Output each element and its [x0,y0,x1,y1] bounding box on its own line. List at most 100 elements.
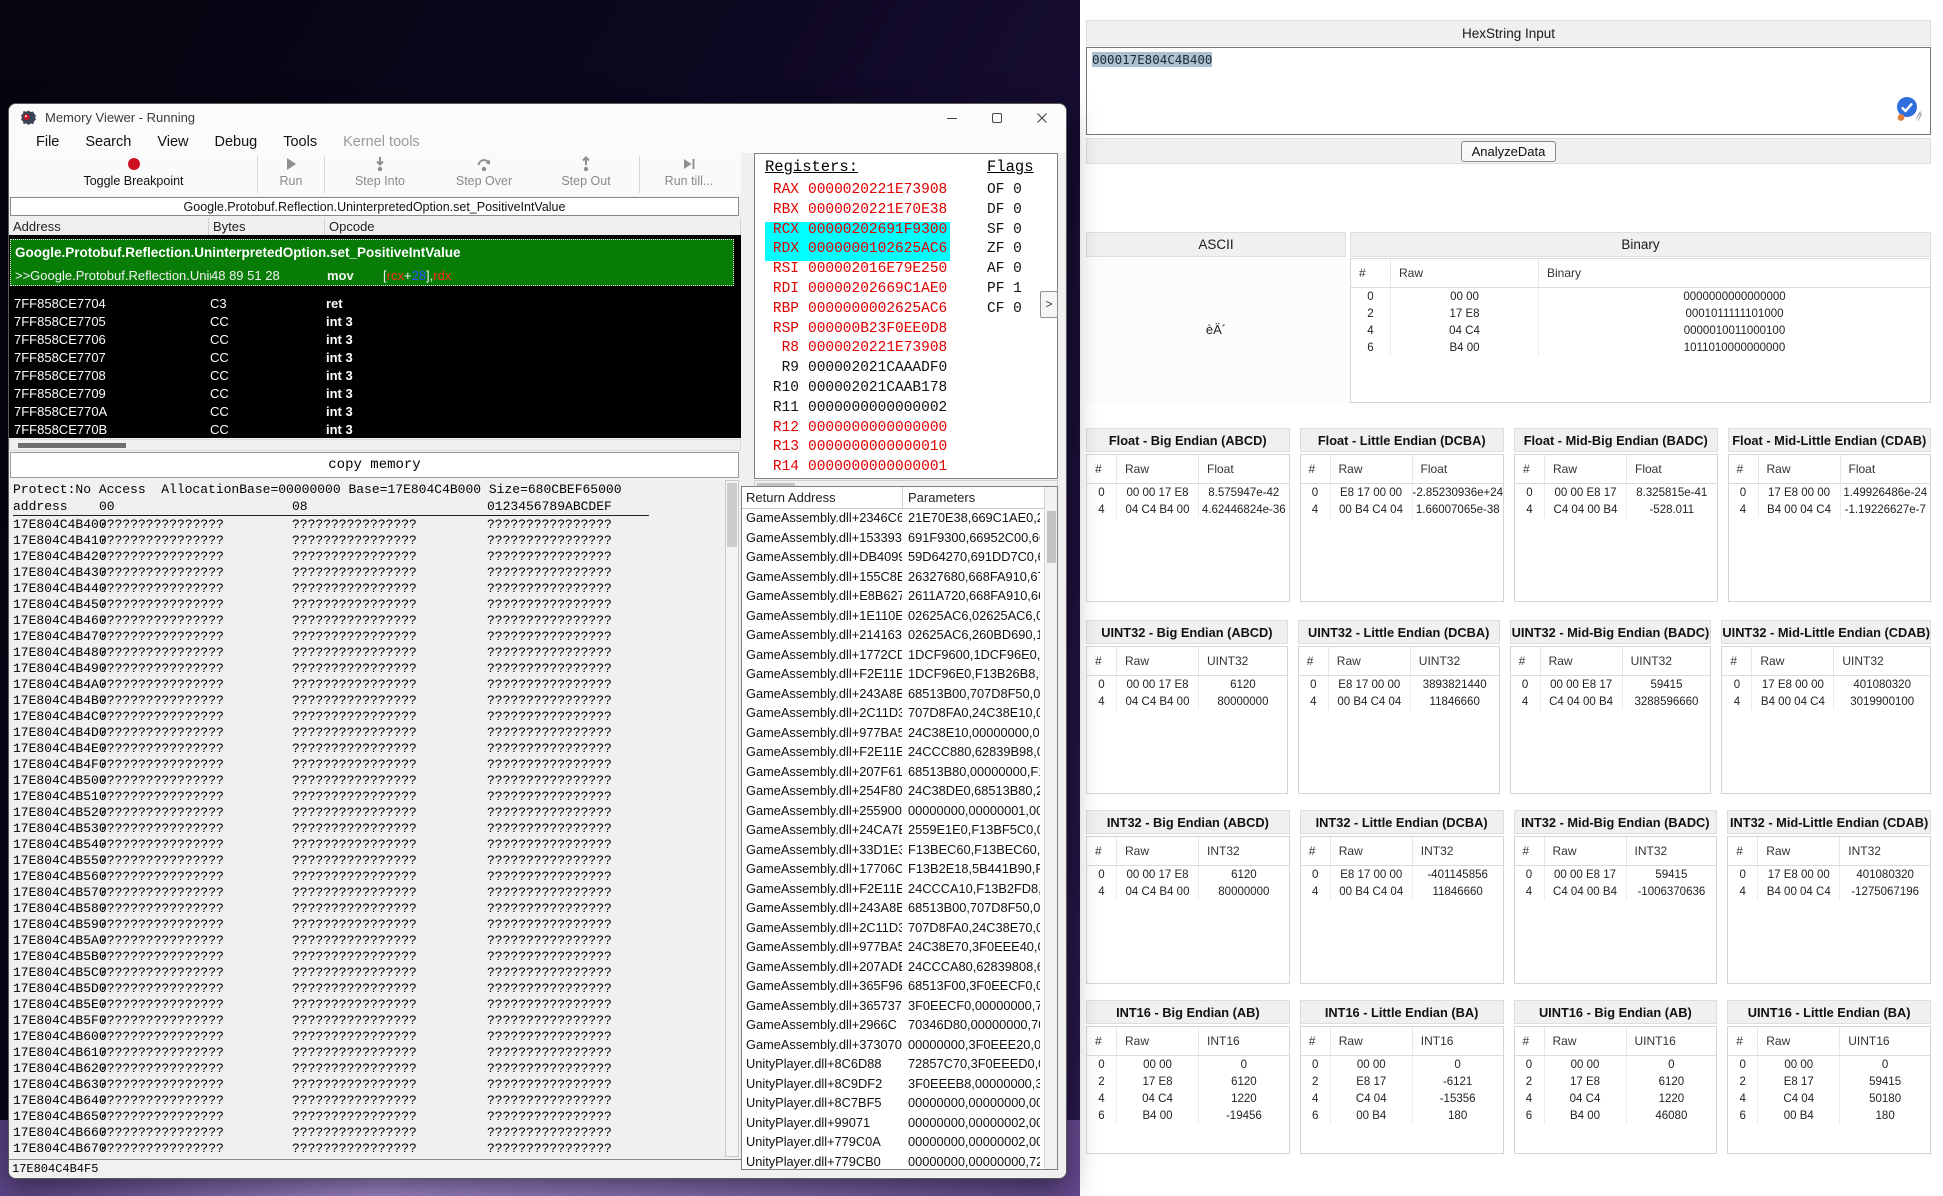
callstack-row[interactable]: GameAssembly.dll+977BA5 24C38E70,3F0EEE40… [742,939,1042,959]
register-rsp[interactable]: RSP 000000B23F0EE0D8 [765,321,950,341]
memory-row[interactable]: 17E804C4B490????????????????????????????… [9,661,725,677]
memory-row[interactable]: 17E804C4B610????????????????????????????… [9,1045,725,1061]
callstack-row[interactable]: GameAssembly.dll+1E110EB 02625AC6,02625AC… [742,608,1042,628]
memory-row[interactable]: 17E804C4B450????????????????????????????… [9,597,725,613]
disassembly-horizontal-scrollbar[interactable] [9,439,741,451]
memory-row[interactable]: 17E804C4B440????????????????????????????… [9,581,725,597]
memory-row[interactable]: 17E804C4B640????????????????????????????… [9,1093,725,1109]
memory-row[interactable]: 17E804C4B500????????????????????????????… [9,773,725,789]
callstack-row[interactable]: GameAssembly.dll+2141637 02625AC6,260BD69… [742,627,1042,647]
menu-item-file[interactable]: File [23,133,72,151]
step-out-button[interactable]: Step Out [538,153,634,196]
toggle-breakpoint-button[interactable]: Toggle Breakpoint [15,153,252,196]
copy-memory-button[interactable]: copy memory [10,452,739,478]
menu-item-view[interactable]: View [144,133,201,151]
callstack-row[interactable]: GameAssembly.dll+207ADB9 24CCCA80,6283980… [742,959,1042,979]
callstack-row[interactable]: GameAssembly.dll+2559002 00000000,0000000… [742,803,1042,823]
flag-df[interactable]: DF 0 [987,202,1022,222]
callstack-row[interactable]: GameAssembly.dll+155C8B1 26327680,668FA91… [742,569,1042,589]
callstack-row[interactable]: GameAssembly.dll+17706C6 F13B2E18,5B441B9… [742,861,1042,881]
column-address[interactable]: Address [9,218,209,235]
disasm-row[interactable]: 7FF858CE770B CC int 3 [10,420,732,438]
register-r11[interactable]: R11 0000000000000002 [765,400,950,420]
memory-row[interactable]: 17E804C4B420????????????????????????????… [9,549,725,565]
memory-row[interactable]: 17E804C4B590????????????????????????????… [9,917,725,933]
callstack-row[interactable]: UnityPlayer.dll+779CB0 00000000,00000000,… [742,1154,1042,1170]
disasm-row[interactable]: 7FF858CE7704 C3 ret [10,294,732,312]
register-r12[interactable]: R12 0000000000000000 [765,420,950,440]
register-rbp[interactable]: RBP 0000000002625AC6 [765,301,950,321]
callstack-row[interactable]: GameAssembly.dll+DB4099 59D64270,691DD7C0… [742,549,1042,569]
flag-sf[interactable]: SF 0 [987,222,1022,242]
memory-row[interactable]: 17E804C4B4C0????????????????????????????… [9,709,725,725]
register-rax[interactable]: RAX 0000020221E73908 [765,182,950,202]
callstack-row[interactable]: UnityPlayer.dll+8C9DF2 3F0EEEB8,00000000,… [742,1076,1042,1096]
callstack-row[interactable]: UnityPlayer.dll+779C0A 00000000,00000002,… [742,1134,1042,1154]
register-rcx[interactable]: RCX 00000202691F9300 [765,221,951,242]
register-r10[interactable]: R10 000002021CAAB178 [765,380,950,400]
callstack-row[interactable]: GameAssembly.dll+3657370 3F0EECF0,0000000… [742,998,1042,1018]
analyze-data-button[interactable]: AnalyzeData [1460,140,1557,162]
memory-row[interactable]: 17E804C4B470????????????????????????????… [9,629,725,645]
column-bytes[interactable]: Bytes [209,218,325,235]
flag-cf[interactable]: CF 0 [987,301,1022,321]
flag-of[interactable]: OF 0 [987,182,1022,202]
minimize-button[interactable] [929,104,974,131]
callstack-row[interactable]: GameAssembly.dll+1533933 691F9300,66952C0… [742,530,1042,550]
selected-instruction-row[interactable]: >>Google.Protobuf.Reflection.Uninterpret… [11,265,733,285]
memory-row[interactable]: 17E804C4B460????????????????????????????… [9,613,725,629]
column-parameters[interactable]: Parameters [908,490,975,505]
memory-row[interactable]: 17E804C4B4B0????????????????????????????… [9,693,725,709]
memory-row[interactable]: 17E804C4B650????????????????????????????… [9,1109,725,1125]
memory-row[interactable]: 17E804C4B5B0????????????????????????????… [9,949,725,965]
disasm-row[interactable]: 7FF858CE7706 CC int 3 [10,330,732,348]
callstack-row[interactable]: GameAssembly.dll+2C11D30 707D8FA0,24C38E1… [742,705,1042,725]
callstack-row[interactable]: GameAssembly.dll+2346C6A 21E70E38,669C1AE… [742,510,1042,530]
memory-row[interactable]: 17E804C4B660????????????????????????????… [9,1125,725,1141]
register-r13[interactable]: R13 0000000000000010 [765,439,950,459]
selected-instruction-block[interactable]: Google.Protobuf.Reflection.Uninterpreted… [10,239,734,286]
callstack-row[interactable]: GameAssembly.dll+373070 00000000,3F0EEE20… [742,1037,1042,1057]
memory-row[interactable]: 17E804C4B550????????????????????????????… [9,853,725,869]
callstack-row[interactable]: GameAssembly.dll+E8B627 2611A720,668FA910… [742,588,1042,608]
disasm-row[interactable]: 7FF858CE7709 CC int 3 [10,384,732,402]
step-into-button[interactable]: Step Into [330,153,430,196]
scrollbar-thumb[interactable] [1047,511,1056,563]
memory-row[interactable]: 17E804C4B600????????????????????????????… [9,1029,725,1045]
selected-symbol-row[interactable]: Google.Protobuf.Reflection.Uninterpreted… [11,240,733,265]
memory-row[interactable]: 17E804C4B4F0????????????????????????????… [9,757,725,773]
editor-check-icon[interactable] [1894,95,1924,130]
menu-item-search[interactable]: Search [72,133,144,151]
memory-row[interactable]: 17E804C4B410????????????????????????????… [9,533,725,549]
callstack-row[interactable]: UnityPlayer.dll+8C6D88 72857C70,3F0EEED0,… [742,1056,1042,1076]
disassembly-view[interactable]: Google.Protobuf.Reflection.Uninterpreted… [9,235,741,438]
callstack-row[interactable]: GameAssembly.dll+207F614 68513B80,0000000… [742,764,1042,784]
menu-item-kernel-tools[interactable]: Kernel tools [330,133,433,151]
callstack-scrollbar[interactable] [1044,487,1057,1169]
callstack-row[interactable]: GameAssembly.dll+977BA5 24C38E10,00000000… [742,725,1042,745]
flag-af[interactable]: AF 0 [987,261,1022,281]
callstack-row[interactable]: GameAssembly.dll+F2E11E 1DCF96E0,F13B26B8… [742,666,1042,686]
callstack-row[interactable]: UnityPlayer.dll+8C7BF5 00000000,00000000,… [742,1095,1042,1115]
menu-item-tools[interactable]: Tools [270,133,330,151]
memory-row[interactable]: 17E804C4B5A0????????????????????????????… [9,933,725,949]
menu-item-debug[interactable]: Debug [202,133,271,151]
callstack-row[interactable]: GameAssembly.dll+2C11D30 707D8FA0,24C38E7… [742,920,1042,940]
callstack-row[interactable]: GameAssembly.dll+2966C 70346D80,00000000,… [742,1017,1042,1037]
memory-row[interactable]: 17E804C4B580????????????????????????????… [9,901,725,917]
column-opcode[interactable]: Opcode [325,218,741,235]
memory-vertical-scrollbar[interactable] [725,480,739,1157]
memory-row[interactable]: 17E804C4B540????????????????????????????… [9,837,725,853]
memory-row[interactable]: 17E804C4B510????????????????????????????… [9,789,725,805]
register-r9[interactable]: R9 000002021CAAADF0 [765,360,950,380]
run-button[interactable]: Run [263,153,319,196]
titlebar[interactable]: Memory Viewer - Running [9,104,1066,131]
register-r8[interactable]: R8 0000020221E73908 [765,340,950,360]
hexstring-input-textarea[interactable]: 000017E804C4B400 [1086,47,1931,135]
memory-row[interactable]: 17E804C4B570????????????????????????????… [9,885,725,901]
column-return-address[interactable]: Return Address [746,490,836,505]
register-rsi[interactable]: RSI 000002016E79E250 [765,261,950,281]
disasm-row[interactable]: 7FF858CE7708 CC int 3 [10,366,732,384]
register-rdi[interactable]: RDI 00000202669C1AE0 [765,281,950,301]
memory-row[interactable]: 17E804C4B480????????????????????????????… [9,645,725,661]
